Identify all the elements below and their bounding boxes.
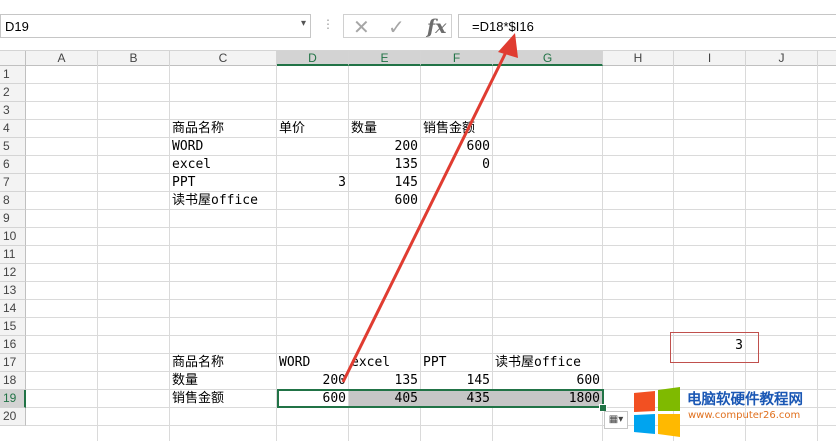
cell-e5[interactable]: 200 [349,138,421,156]
name-box-dropdown-icon[interactable]: ▾ [301,18,306,29]
cell-d17[interactable]: WORD [277,354,349,372]
row-header-20[interactable]: 20 [0,408,26,426]
row-header-2[interactable]: 2 [0,84,26,102]
cancel-icon[interactable]: ✕ [353,15,370,39]
row-header-8[interactable]: 8 [0,192,26,210]
row-header-6[interactable]: 6 [0,156,26,174]
cell-e8[interactable]: 600 [349,192,421,210]
enter-icon[interactable]: ✓ [388,15,405,39]
row-header-10[interactable]: 10 [0,228,26,246]
row-header-15[interactable]: 15 [0,318,26,336]
cell-e6[interactable]: 135 [349,156,421,174]
row-header-18[interactable]: 18 [0,372,26,390]
cell-d4[interactable]: 单价 [277,120,349,138]
column-header-f[interactable]: F [421,51,493,66]
row-header-9[interactable]: 9 [0,210,26,228]
cell-c5[interactable]: WORD [170,138,277,156]
column-header-g[interactable]: G [493,51,603,66]
cell-f4[interactable]: 销售金额 [421,120,493,138]
name-box-value: D19 [5,19,29,34]
column-header-bar: A B C D E F G H I J [0,50,836,66]
highlight-box [670,332,759,363]
row-header-5[interactable]: 5 [0,138,26,156]
cell-e7[interactable]: 145 [349,174,421,192]
cell-e18[interactable]: 135 [349,372,421,390]
cell-c8[interactable]: 读书屋office [170,192,277,210]
column-header-b[interactable]: B [98,51,170,66]
column-header-h[interactable]: H [603,51,674,66]
cell-c18[interactable]: 数量 [170,372,277,390]
formula-input[interactable]: =D18*$I16 [458,14,836,38]
column-header-e[interactable]: E [349,51,421,66]
watermark-url: www.computer26.com [688,410,801,421]
insert-function-icon[interactable]: fx [427,16,447,38]
name-box[interactable]: D19 ▾ [0,14,311,38]
row-header-19[interactable]: 19 [0,390,26,408]
cell-f17[interactable]: PPT [421,354,493,372]
cell-c7[interactable]: PPT [170,174,277,192]
selection-range [277,389,604,408]
cell-d7[interactable]: 3 [277,174,349,192]
row-header-4[interactable]: 4 [0,120,26,138]
cell-f5[interactable]: 600 [421,138,493,156]
row-header-1[interactable]: 1 [0,66,26,84]
row-header-7[interactable]: 7 [0,174,26,192]
cell-d18[interactable]: 200 [277,372,349,390]
row-header-11[interactable]: 11 [0,246,26,264]
cell-c19[interactable]: 销售金额 [170,390,277,408]
cell-f18[interactable]: 145 [421,372,493,390]
row-header-16[interactable]: 16 [0,336,26,354]
column-header-a[interactable]: A [26,51,98,66]
drag-handle-icon[interactable]: ⋮ [322,17,334,31]
column-header-j[interactable]: J [746,51,818,66]
windows-logo-icon [634,387,680,437]
paste-options-icon[interactable]: ▦▾ [604,411,628,429]
cell-e17[interactable]: excel [349,354,421,372]
column-header-d[interactable]: D [277,51,349,66]
watermark-title: 电脑软硬件教程网 [687,392,803,408]
watermark: 电脑软硬件教程网 www.computer26.com [632,383,836,441]
cell-c17[interactable]: 商品名称 [170,354,277,372]
column-header-c[interactable]: C [170,51,277,66]
cell-f6[interactable]: 0 [421,156,493,174]
cell-g17[interactable]: 读书屋office [493,354,603,372]
row-header-13[interactable]: 13 [0,282,26,300]
row-header-3[interactable]: 3 [0,102,26,120]
cell-c6[interactable]: excel [170,156,277,174]
formula-bar: D19 ▾ ⋮ ✕ ✓ fx =D18*$I16 [0,0,836,46]
select-all-corner[interactable] [0,51,26,66]
formula-buttons: ✕ ✓ fx [343,14,452,39]
row-header-17[interactable]: 17 [0,354,26,372]
column-header-i[interactable]: I [674,51,746,66]
cell-g18[interactable]: 600 [493,372,603,390]
formula-text: =D18*$I16 [472,19,534,34]
row-header-14[interactable]: 14 [0,300,26,318]
row-header-12[interactable]: 12 [0,264,26,282]
cell-c4[interactable]: 商品名称 [170,120,277,138]
cell-e4[interactable]: 数量 [349,120,421,138]
